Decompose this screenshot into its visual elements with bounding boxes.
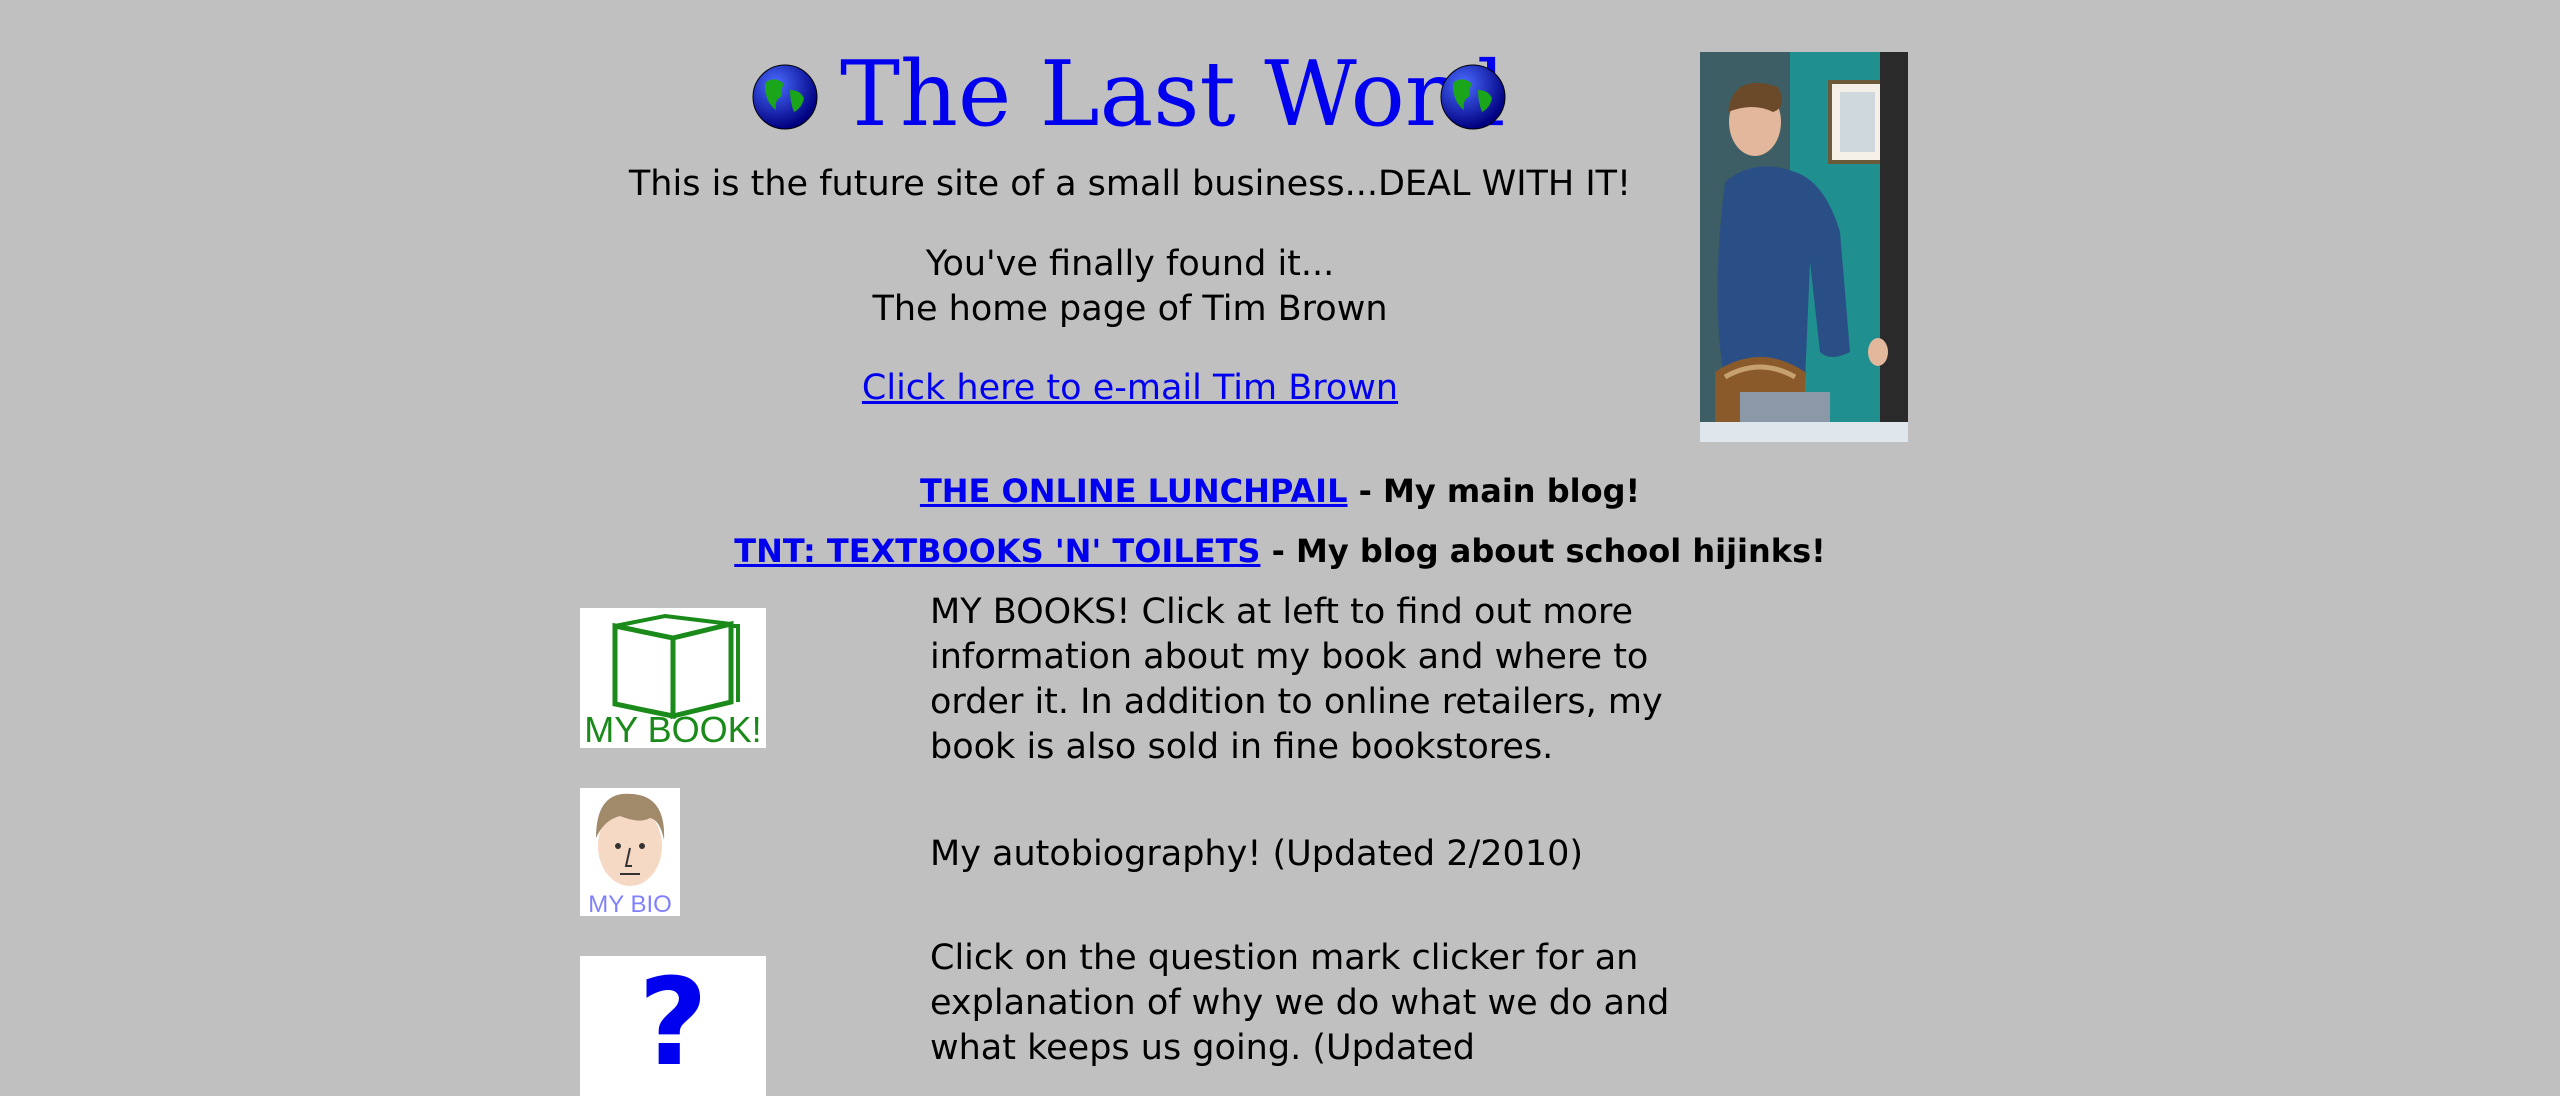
bio-icon-label: MY BIO xyxy=(588,891,672,916)
book-icon-label: MY BOOK! xyxy=(584,709,761,748)
profile-photo xyxy=(1700,52,1908,442)
blog-row-tnt: TNT: TEXTBOOKS 'N' TOILETS - My blog abo… xyxy=(0,532,2560,570)
section-text-books: MY BOOKS! Click at left to find out more… xyxy=(930,592,1663,767)
question-mark-glyph: ? xyxy=(638,956,708,1093)
intro-line-2: The home page of Tim Brown xyxy=(872,289,1388,329)
question-mark-button[interactable]: ? xyxy=(580,956,766,1096)
section-text-question: Click on the question mark clicker for a… xyxy=(930,938,1670,1068)
globe-icon-left xyxy=(752,64,818,130)
blog-link-tnt[interactable]: TNT: TEXTBOOKS 'N' TOILETS xyxy=(734,532,1260,570)
question-mark-icon: ? xyxy=(580,956,766,1096)
intro-line-1: You've finally found it... xyxy=(925,244,1335,284)
blog-row-lunchpail: THE ONLINE LUNCHPAIL - My main blog! xyxy=(0,472,2560,510)
my-book-button[interactable]: MY BOOK! xyxy=(580,608,766,748)
blog-desc-tnt: - My blog about school hijinks! xyxy=(1260,532,1826,570)
email-link[interactable]: Click here to e-mail Tim Brown xyxy=(862,368,1398,408)
bio-face-icon: MY BIO xyxy=(580,788,680,916)
section-text-bio: My autobiography! (Updated 2/2010) xyxy=(930,834,1584,874)
blog-desc-lunchpail: - My main blog! xyxy=(1347,472,1641,510)
book-icon: MY BOOK! xyxy=(580,608,766,748)
blog-link-lunchpail[interactable]: THE ONLINE LUNCHPAIL xyxy=(920,472,1348,510)
my-bio-button[interactable]: MY BIO xyxy=(580,788,680,916)
tagline: This is the future site of a small busin… xyxy=(628,164,1632,204)
page-title: The Last Word xyxy=(840,42,1506,147)
globe-icon-right xyxy=(1440,64,1506,130)
